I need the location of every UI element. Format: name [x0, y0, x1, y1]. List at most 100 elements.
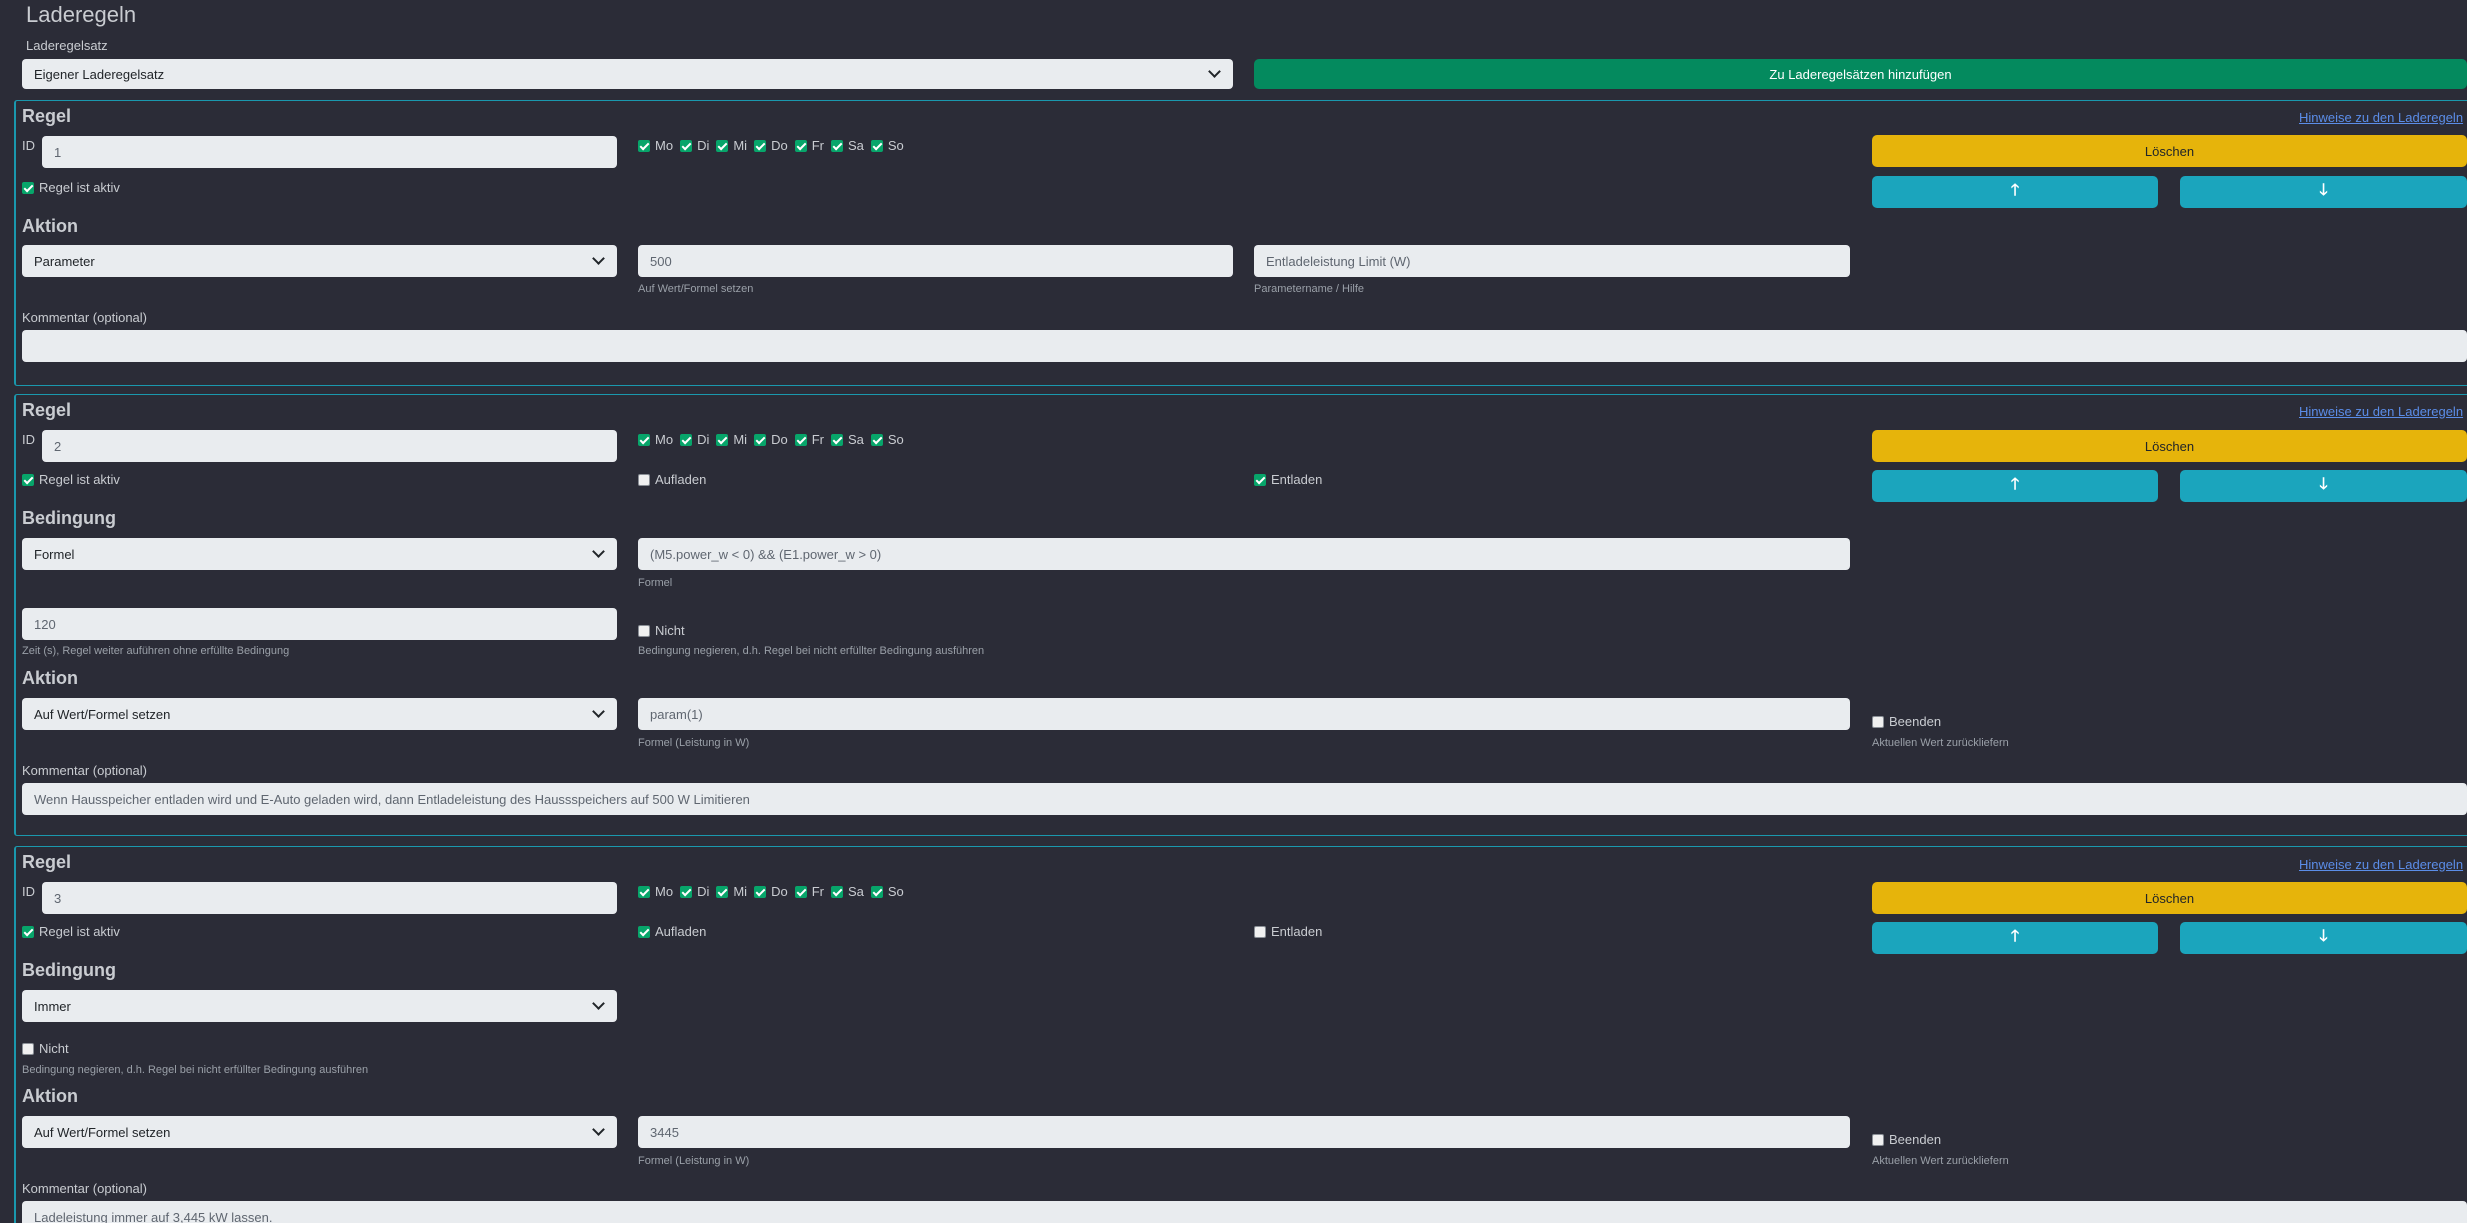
- day-checkbox[interactable]: Mi: [716, 432, 747, 447]
- day-label: Mi: [733, 138, 748, 153]
- delete-button[interactable]: Löschen: [1872, 882, 2467, 914]
- negate-checkbox[interactable]: Nicht: [638, 623, 685, 638]
- move-up-button[interactable]: 🡑: [1872, 922, 2158, 954]
- checkbox-checked-icon: [1254, 473, 1266, 486]
- checkbox-checked-icon: [716, 139, 729, 152]
- time-input[interactable]: 120: [22, 608, 617, 640]
- day-checkbox[interactable]: Mi: [716, 138, 747, 153]
- entladen-checkbox[interactable]: Entladen: [1254, 924, 1322, 939]
- action-formula-input[interactable]: 3445: [638, 1116, 1850, 1148]
- condition-type-select[interactable]: Formel: [22, 538, 617, 570]
- day-checkbox[interactable]: Sa: [830, 138, 864, 153]
- rule-heading: Regel: [22, 106, 72, 126]
- entladen-label: Entladen: [1271, 924, 1323, 939]
- rule-active-label: Regel ist aktiv: [39, 924, 120, 939]
- checkbox-unchecked-icon: [638, 624, 650, 637]
- arrow-up-icon: 🡑: [2010, 181, 2020, 199]
- rule-id-input[interactable]: 3: [42, 882, 617, 914]
- day-checkbox[interactable]: Di: [680, 432, 709, 447]
- rule-active-checkbox[interactable]: Regel ist aktiv: [22, 180, 120, 195]
- rule-active-checkbox[interactable]: Regel ist aktiv: [22, 924, 120, 939]
- action-heading: Aktion: [22, 1086, 78, 1106]
- checkbox-checked-icon: [680, 433, 693, 446]
- action-type-value: Auf Wert/Formel setzen: [34, 1124, 171, 1140]
- condition-type-select[interactable]: Immer: [22, 990, 617, 1022]
- day-label: Fr: [811, 884, 824, 899]
- move-down-button[interactable]: 🡓: [2180, 922, 2467, 954]
- day-checkbox[interactable]: Di: [680, 884, 709, 899]
- day-label: Fr: [811, 432, 824, 447]
- move-down-button[interactable]: 🡓: [2180, 176, 2467, 208]
- comment-input[interactable]: Ladeleistung immer auf 3,445 kW lassen.: [22, 1201, 2467, 1223]
- day-checkbox[interactable]: Do: [754, 884, 788, 899]
- day-checkbox[interactable]: Do: [754, 432, 788, 447]
- move-up-button[interactable]: 🡑: [1872, 176, 2158, 208]
- beenden-checkbox[interactable]: Beenden: [1872, 714, 1941, 729]
- action-type-value: Parameter: [34, 253, 95, 269]
- day-checkbox[interactable]: Fr: [794, 884, 824, 899]
- day-checkbox[interactable]: Mo: [638, 432, 673, 447]
- day-checkbox[interactable]: Fr: [794, 432, 824, 447]
- beenden-hint: Aktuellen Wert zurückliefern: [1872, 1155, 2009, 1167]
- comment-label: Kommentar (optional): [22, 1181, 147, 1196]
- action-type-select[interactable]: Auf Wert/Formel setzen: [22, 698, 617, 730]
- aufladen-label: Aufladen: [655, 924, 707, 939]
- chevron-down-icon: [592, 1123, 605, 1136]
- day-checkbox[interactable]: Di: [680, 138, 709, 153]
- rule-hints-link[interactable]: Hinweise zu den Laderegeln: [2299, 404, 2463, 419]
- rule-hints-link[interactable]: Hinweise zu den Laderegeln: [2299, 110, 2463, 125]
- aufladen-checkbox[interactable]: Aufladen: [638, 924, 706, 939]
- day-checkbox[interactable]: Sa: [830, 432, 864, 447]
- day-checkbox[interactable]: Mo: [638, 884, 673, 899]
- day-checkbox[interactable]: Fr: [794, 138, 824, 153]
- action-value-hint: Auf Wert/Formel setzen: [638, 283, 754, 295]
- parameter-name-hint: Parametername / Hilfe: [1254, 283, 1365, 295]
- checkbox-checked-icon: [870, 433, 883, 446]
- time-hint: Zeit (s), Regel weiter auführen ohne erf…: [22, 645, 290, 657]
- negate-checkbox[interactable]: Nicht: [22, 1041, 69, 1056]
- add-to-rulesets-button[interactable]: Zu Laderegelsätzen hinzufügen: [1254, 59, 2467, 89]
- rule-active-checkbox[interactable]: Regel ist aktiv: [22, 472, 120, 487]
- day-checkbox[interactable]: So: [870, 138, 904, 153]
- day-checkbox[interactable]: So: [870, 432, 904, 447]
- formula-input[interactable]: (M5.power_w < 0) && (E1.power_w > 0): [638, 538, 1850, 570]
- comment-input[interactable]: [22, 330, 2467, 362]
- beenden-checkbox[interactable]: Beenden: [1872, 1132, 1941, 1147]
- day-checkbox[interactable]: So: [870, 884, 904, 899]
- checkbox-checked-icon: [870, 885, 883, 898]
- day-checkbox[interactable]: Sa: [830, 884, 864, 899]
- condition-heading: Bedingung: [22, 508, 116, 528]
- day-checkbox[interactable]: Mo: [638, 138, 673, 153]
- delete-button[interactable]: Löschen: [1872, 430, 2467, 462]
- action-type-select[interactable]: Parameter: [22, 245, 617, 277]
- day-label: Sa: [847, 432, 864, 447]
- day-checkbox[interactable]: Do: [754, 138, 788, 153]
- rule-id-input[interactable]: 2: [42, 430, 617, 462]
- action-formula-input[interactable]: param(1): [638, 698, 1850, 730]
- day-label: Mo: [655, 138, 674, 153]
- rule-hints-link[interactable]: Hinweise zu den Laderegeln: [2299, 857, 2463, 872]
- checkbox-checked-icon: [870, 139, 883, 152]
- action-value-input[interactable]: 500: [638, 245, 1233, 277]
- parameter-name-input[interactable]: Entladeleistung Limit (W): [1254, 245, 1850, 277]
- day-checkbox[interactable]: Mi: [716, 884, 747, 899]
- day-label: Sa: [847, 884, 864, 899]
- move-up-button[interactable]: 🡑: [1872, 470, 2158, 502]
- action-type-select[interactable]: Auf Wert/Formel setzen: [22, 1116, 617, 1148]
- day-label: Mo: [655, 432, 674, 447]
- move-down-button[interactable]: 🡓: [2180, 470, 2467, 502]
- comment-input[interactable]: Wenn Hausspeicher entladen wird und E-Au…: [22, 783, 2467, 815]
- entladen-checkbox[interactable]: Entladen: [1254, 472, 1322, 487]
- delete-button[interactable]: Löschen: [1872, 135, 2467, 167]
- chevron-down-icon: [592, 997, 605, 1010]
- checkbox-checked-icon: [22, 925, 34, 938]
- formula-hint: Formel: [638, 577, 673, 589]
- id-label: ID: [22, 432, 35, 447]
- ruleset-select[interactable]: Eigener Laderegelsatz: [22, 59, 1233, 89]
- rule-id-input[interactable]: 1: [42, 136, 617, 168]
- arrow-down-icon: 🡓: [2319, 475, 2328, 493]
- aufladen-checkbox[interactable]: Aufladen: [638, 472, 706, 487]
- day-label: So: [887, 432, 904, 447]
- comment-label: Kommentar (optional): [22, 763, 147, 778]
- day-label: Mi: [733, 432, 748, 447]
